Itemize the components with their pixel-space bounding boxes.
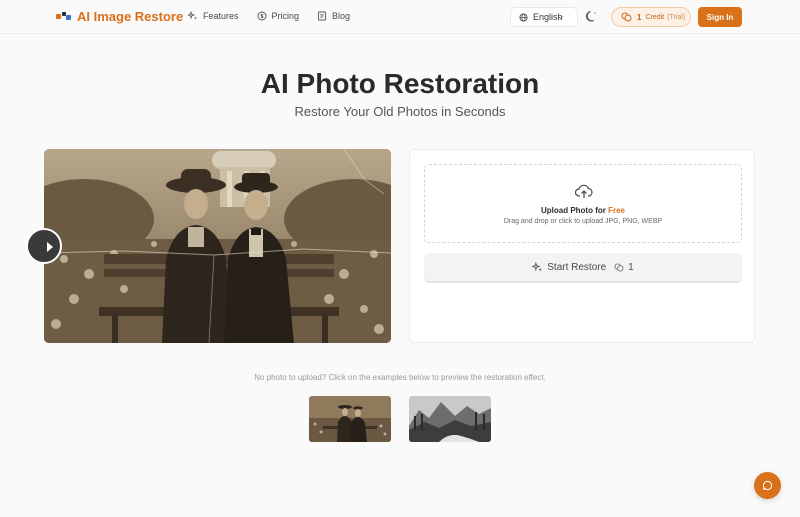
start-restore-label: Start Restore bbox=[547, 261, 607, 273]
examples-note: No photo to upload? Click on the example… bbox=[254, 373, 546, 382]
comparison-slider-handle[interactable] bbox=[26, 228, 62, 264]
chat-button[interactable] bbox=[754, 472, 781, 499]
moon-icon bbox=[586, 11, 596, 22]
example-couple-image bbox=[309, 396, 391, 442]
language-select[interactable]: English bbox=[510, 7, 578, 27]
book-icon bbox=[318, 11, 326, 21]
upload-hint: Drag and drop or click to upload JPG, PN… bbox=[503, 218, 663, 225]
credit-badge[interactable]: 1 Credit (Trial) bbox=[611, 7, 691, 27]
credit-count: 1 bbox=[637, 12, 642, 22]
nav-blog[interactable]: Blog bbox=[317, 11, 350, 21]
upload-title-text: Upload Photo for bbox=[540, 206, 606, 215]
chat-bubble-icon bbox=[762, 480, 773, 491]
page-title: AI Photo Restoration bbox=[260, 68, 540, 99]
brand-logo[interactable]: AI Image Restore bbox=[56, 9, 183, 24]
top-bar: AI Image Restore Features Pricing Blog E… bbox=[0, 0, 800, 34]
restore-cost-value: 1 bbox=[628, 261, 634, 273]
example-thumbnail-couple[interactable] bbox=[309, 396, 391, 442]
theme-toggle[interactable] bbox=[585, 10, 598, 28]
coin-icon bbox=[257, 11, 266, 21]
before-after-preview[interactable] bbox=[44, 149, 391, 343]
logo-icon bbox=[56, 10, 72, 24]
start-restore-button[interactable]: Start Restore 1 bbox=[424, 253, 742, 283]
nav-blog-label: Blog bbox=[332, 11, 351, 21]
credit-label: Credit bbox=[645, 13, 665, 21]
upload-title: Upload Photo for Free bbox=[425, 206, 741, 215]
old-photo-image bbox=[44, 149, 391, 343]
example-thumbnail-landscape[interactable] bbox=[409, 396, 491, 442]
nav-pricing[interactable]: Pricing bbox=[257, 11, 300, 21]
example-landscape-image bbox=[409, 396, 491, 442]
brand-name: AI Image Restore bbox=[77, 9, 184, 24]
sparkles-icon bbox=[532, 261, 543, 271]
coins-icon bbox=[614, 262, 624, 272]
upload-dropzone[interactable]: Upload Photo for Free Drag and drop or c… bbox=[424, 164, 742, 243]
upload-title-free: Free bbox=[608, 206, 626, 215]
upload-card: Upload Photo for Free Drag and drop or c… bbox=[409, 149, 755, 343]
cloud-upload-icon bbox=[575, 184, 593, 198]
restore-cost: 1 bbox=[614, 262, 634, 273]
nav-features[interactable]: Features bbox=[188, 11, 239, 21]
coins-icon bbox=[621, 12, 632, 22]
nav-pricing-label: Pricing bbox=[271, 11, 300, 21]
credit-trial: (Trial) bbox=[667, 13, 686, 21]
main-nav: Features Pricing Blog bbox=[188, 11, 368, 21]
sparkles-icon bbox=[188, 11, 197, 20]
page-subtitle: Restore Your Old Photos in Seconds bbox=[294, 104, 506, 119]
nav-features-label: Features bbox=[203, 11, 239, 21]
chevron-down-icon bbox=[558, 16, 563, 20]
globe-icon bbox=[519, 12, 528, 22]
sign-in-button[interactable]: Sign In bbox=[698, 7, 742, 27]
